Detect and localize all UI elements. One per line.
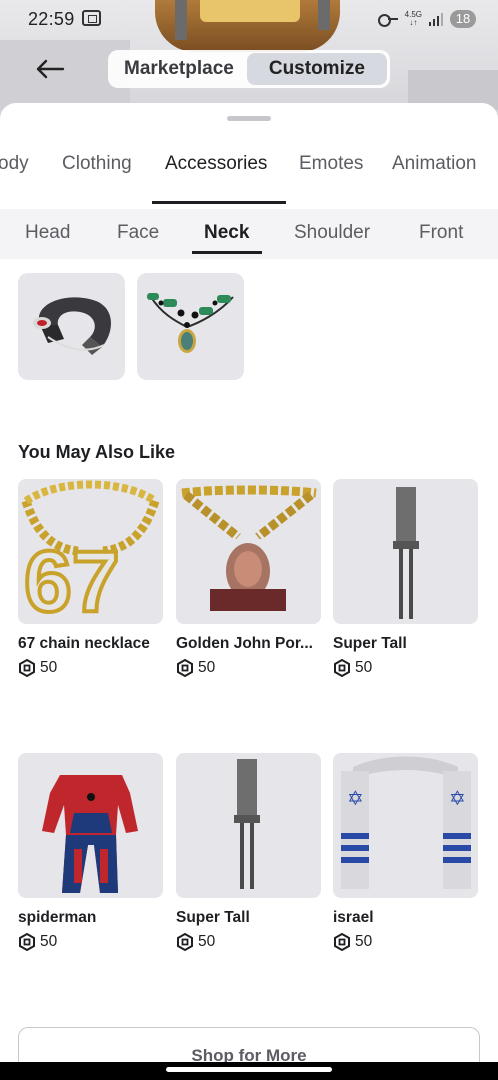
svg-text:✡: ✡ — [449, 788, 466, 810]
item-price-value: 50 — [40, 933, 58, 950]
home-gesture-pill[interactable] — [166, 1067, 332, 1072]
robux-icon — [19, 659, 35, 677]
beaded-necklace-icon — [147, 293, 234, 353]
item-name: Super Tall — [333, 635, 407, 652]
network-activity-arrows: ↓↑ — [409, 18, 418, 27]
tab-emotes[interactable]: Emotes — [299, 153, 363, 175]
item-card[interactable]: Golden John Por... 50 — [176, 479, 321, 677]
tab-accessories[interactable]: Accessories — [165, 153, 267, 175]
sheet-drag-handle[interactable] — [227, 116, 271, 121]
item-price: 50 — [18, 659, 163, 677]
item-thumbnail — [176, 479, 321, 624]
gold-chain-portrait-icon — [181, 485, 317, 611]
mode-switcher: Marketplace Customize — [108, 50, 390, 88]
item-price-value: 50 — [40, 659, 58, 676]
item-price-value: 50 — [198, 659, 216, 676]
signal-icon — [429, 12, 443, 26]
spiderman-suit-icon — [42, 775, 138, 893]
item-thumbnail — [176, 753, 321, 898]
robux-icon — [334, 659, 350, 677]
item-card[interactable]: spiderman 50 — [18, 753, 163, 951]
owned-item-card[interactable] — [18, 273, 125, 380]
item-thumbnail — [333, 479, 478, 624]
item-thumbnail: ✡ ✡ — [333, 753, 478, 898]
tab-clothing[interactable]: Clothing — [62, 153, 132, 175]
item-price: 50 — [333, 933, 478, 951]
item-name: Super Tall — [176, 909, 250, 926]
robux-icon — [177, 659, 193, 677]
section-title: You May Also Like — [18, 442, 176, 462]
blue-white-scarf-icon: ✡ ✡ — [341, 756, 471, 889]
item-price: 50 — [18, 933, 163, 951]
category-active-indicator — [152, 201, 286, 204]
tab-animation[interactable]: Animation — [392, 153, 477, 175]
subtab-front[interactable]: Front — [419, 222, 463, 244]
robux-icon — [177, 933, 193, 951]
battery-badge: 18 — [450, 10, 476, 28]
robux-icon — [19, 933, 35, 951]
status-time: 22:59 — [28, 9, 75, 29]
stilt-legs-icon — [393, 487, 419, 619]
robux-icon — [334, 933, 350, 951]
category-tabs: ody Clothing Accessories Emotes Animatio… — [0, 153, 498, 197]
subtab-head[interactable]: Head — [25, 222, 70, 244]
item-card[interactable]: Super Tall 50 — [176, 753, 321, 951]
item-card[interactable]: ✡ ✡ israel 50 — [333, 753, 478, 951]
item-thumbnail: 67 — [18, 479, 163, 624]
item-thumbnail — [18, 753, 163, 898]
item-price: 50 — [176, 659, 321, 677]
owned-items-row — [18, 273, 244, 380]
item-name: israel — [333, 909, 374, 926]
back-arrow-icon — [36, 59, 65, 79]
item-card[interactable]: Super Tall 50 — [333, 479, 478, 677]
svg-text:67: 67 — [24, 534, 120, 624]
subtab-shoulder[interactable]: Shoulder — [294, 222, 370, 244]
screen-record-icon — [82, 10, 101, 26]
vpn-key-icon — [377, 13, 398, 27]
gold-67-chain-icon: 67 — [21, 480, 160, 624]
back-button[interactable] — [30, 52, 70, 86]
item-name: 67 chain necklace — [18, 635, 150, 652]
item-price-value: 50 — [198, 933, 216, 950]
svg-text:✡: ✡ — [347, 788, 364, 810]
item-price-value: 50 — [355, 659, 373, 676]
status-bar: 22:59 4.5G ↓↑ 18 — [0, 0, 498, 38]
item-price-value: 50 — [355, 933, 373, 950]
neck-pillow-icon — [33, 297, 112, 355]
customize-sheet: ody Clothing Accessories Emotes Animatio… — [0, 103, 498, 1080]
network-type: 4.5G ↓↑ — [405, 11, 422, 27]
item-card[interactable]: 67 67 chain necklace 50 — [18, 479, 163, 677]
subcategory-active-indicator — [192, 251, 262, 254]
tab-customize[interactable]: Customize — [246, 53, 387, 85]
stilt-legs-icon — [234, 759, 260, 889]
item-price: 50 — [333, 659, 478, 677]
item-name: spiderman — [18, 909, 97, 926]
item-name: Golden John Por... — [176, 635, 313, 652]
subtab-neck[interactable]: Neck — [204, 222, 249, 244]
tab-body[interactable]: ody — [0, 153, 29, 175]
tab-marketplace[interactable]: Marketplace — [111, 53, 247, 85]
owned-item-card[interactable] — [137, 273, 244, 380]
item-price: 50 — [176, 933, 321, 951]
subtab-face[interactable]: Face — [117, 222, 159, 244]
